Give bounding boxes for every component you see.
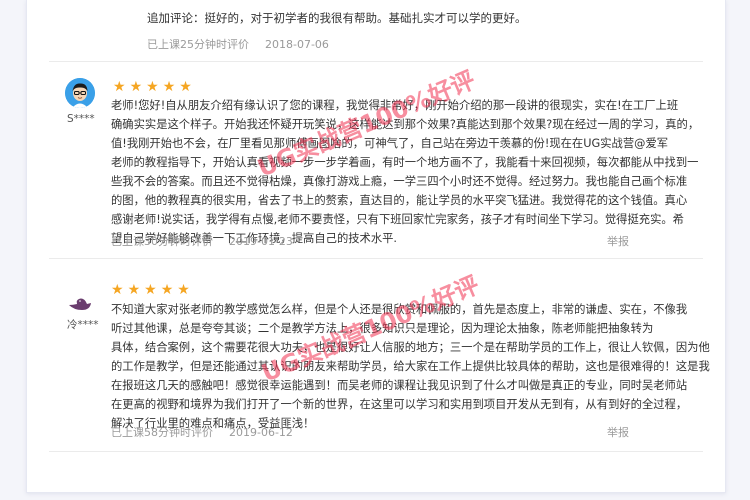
- review-line: 在报班这几天的感触吧！感觉很幸运能遇到！而吴老师的课程让我见识到了什么才叫做是真…: [111, 379, 688, 392]
- star-icon: ★: [146, 79, 159, 95]
- review-line: 听过其他课，总是夸夸其谈；二个是教学方法上，很多知识只是理论，因为理论太抽象，陈…: [111, 322, 654, 335]
- star-icon: ★: [162, 79, 176, 95]
- star-icon: ★: [111, 282, 124, 298]
- report-link[interactable]: 举报: [607, 233, 629, 249]
- star-icon: ★: [179, 79, 192, 95]
- star-icon: ★: [177, 282, 190, 298]
- review-meta: 已上课30分钟时评价 2019-01-23: [111, 233, 309, 249]
- review-line: 老师!您好!自从朋友介绍有缘认识了您的课程，我觉得非常好，刚开始介绍的那一段讲的…: [111, 99, 679, 112]
- review-line: 些我不会的答案。而且还不觉得枯燥，真像打游戏上瘾，一学三四个小时还不觉得。经过努…: [111, 175, 688, 188]
- review-text: 老师!您好!自从朋友介绍有缘认识了您的课程，我觉得非常好，刚开始介绍的那一段讲的…: [111, 96, 711, 248]
- review-time: 已上课25分钟时评价: [147, 38, 249, 51]
- report-link[interactable]: 举报: [607, 424, 629, 440]
- review-line: 确确实实是这个样子。开始我还怀疑开玩笑说，这样能达到那个效果?真能达到那个效果?…: [111, 118, 700, 131]
- review-line: 在更高的视野和境界为我们打开了一个新的世界，在这里可以学习和实用到项目开发从无到…: [111, 398, 688, 411]
- previous-review-meta: 已上课25分钟时评价 2018-07-06: [147, 36, 345, 52]
- star-icon: ★: [113, 79, 126, 95]
- review-text: 不知道大家对张老师的教学感觉怎么样，但是个人还是很欣赏和佩服的，首先是态度上，非…: [111, 300, 711, 433]
- user-avatar[interactable]: [65, 288, 95, 318]
- review-date: 2018-07-06: [265, 38, 329, 51]
- star-icon: ★: [129, 79, 143, 95]
- review-line: 具体，结合案例，这个需要花很大功夫，也是很好让人信服的地方；三一个是在帮助学员的…: [111, 341, 710, 354]
- review-line: 感谢老师!说实话，我学得有点慢,老师不要责怪，只有下班回家忙完家务，孩子才有时间…: [111, 213, 684, 226]
- review-line: 的工作是教学，但是还能通过其认识的朋友来帮助学员，给大家在工作上提供比较具体的帮…: [111, 360, 710, 373]
- review-time: 已上课58分钟时评价: [111, 426, 213, 439]
- user-avatar[interactable]: [65, 78, 95, 108]
- review-line: 不知道大家对张老师的教学感觉怎么样，但是个人还是很欣赏和佩服的，首先是态度上，非…: [111, 303, 688, 316]
- reviews-card: 追加评论：挺好的，对于初学者的我很有帮助。基础扎实才可以学的更好。 已上课25分…: [26, 0, 726, 493]
- divider: [49, 451, 703, 452]
- divider: [49, 258, 703, 259]
- review-time: 已上课30分钟时评价: [111, 235, 213, 248]
- star-icon: ★: [127, 282, 141, 298]
- review-line: 的图，他的教程真的很实用，省去了书上的赘索，直达目的，能让学员的水平突飞猛进。我…: [111, 194, 688, 207]
- star-icon: ★: [144, 282, 157, 298]
- review-date: 2019-06-12: [229, 426, 293, 439]
- review-meta: 已上课58分钟时评价 2019-06-12: [111, 424, 309, 440]
- review-date: 2019-01-23: [229, 235, 293, 248]
- cartoon-boy-glasses-avatar-icon: [65, 78, 95, 108]
- star-rating: ★ ★ ★ ★ ★: [111, 283, 190, 297]
- star-icon: ★: [160, 282, 174, 298]
- duck-silhouette-avatar-icon: [65, 288, 95, 318]
- username: S****: [67, 113, 95, 125]
- divider: [49, 61, 703, 62]
- followup-comment: 追加评论：挺好的，对于初学者的我很有帮助。基础扎实才可以学的更好。: [147, 11, 527, 25]
- review-line: 老师的教程指导下，开始认真看视频一步一步学着画，有时一个地方画不了，我能看十来回…: [111, 156, 699, 169]
- review-line: 值!我刚开始也不会，在厂里看见那师傅画图啥的，可神气了，自己站在旁边干羡慕的份!…: [111, 137, 669, 150]
- username: 冷****: [67, 319, 99, 331]
- star-rating: ★ ★ ★ ★ ★: [113, 80, 192, 94]
